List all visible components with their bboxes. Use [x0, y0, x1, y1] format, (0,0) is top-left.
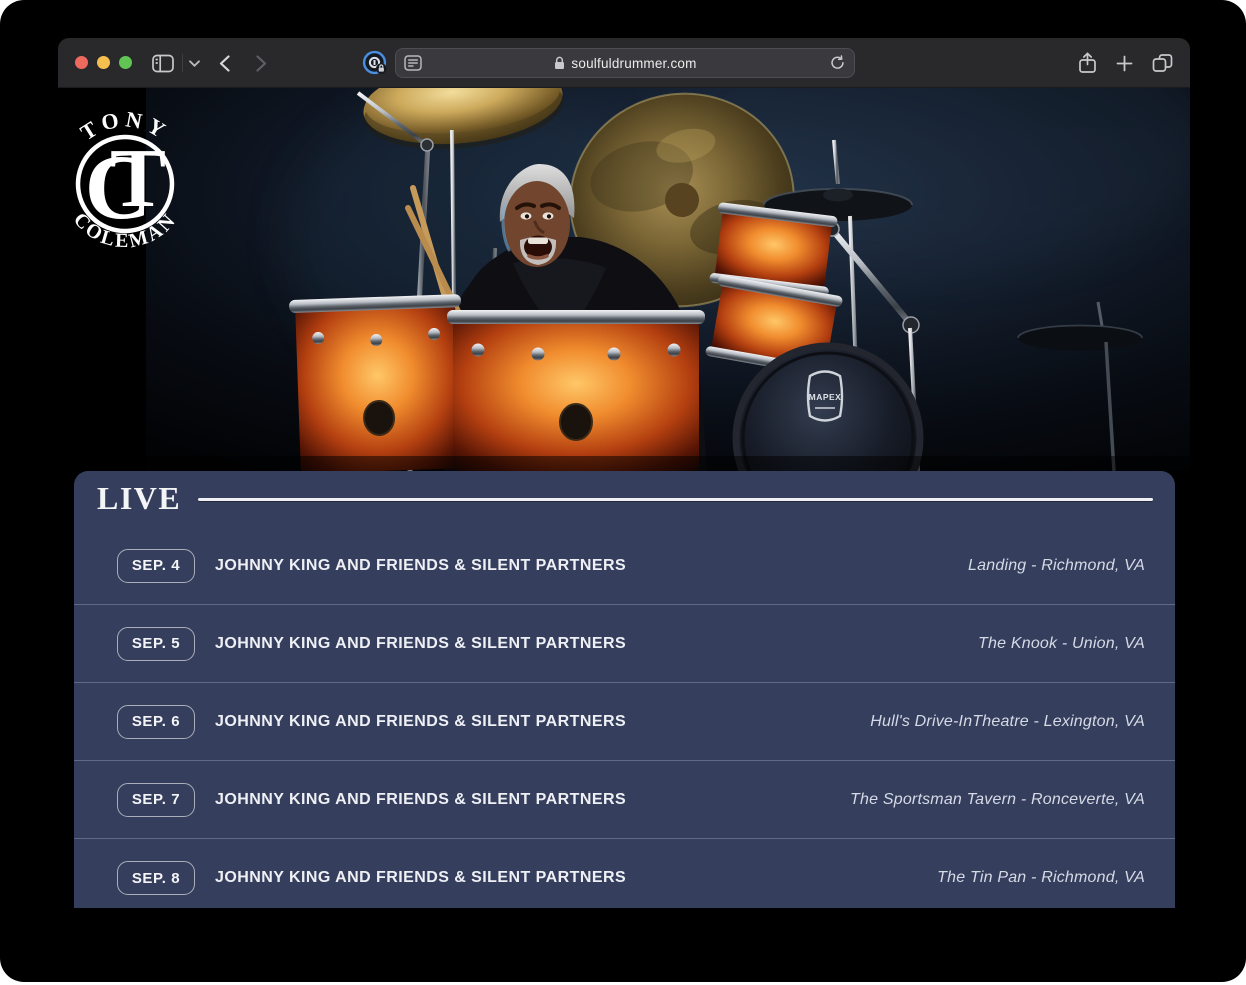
back-icon[interactable]	[213, 38, 235, 88]
toolbar-separator	[182, 54, 183, 72]
event-date-badge: SEP. 4	[117, 549, 195, 583]
event-row[interactable]: SEP. 5 JOHNNY KING AND FRIENDS & SILENT …	[74, 605, 1175, 683]
event-date-badge: SEP. 6	[117, 705, 195, 739]
browser-window: soulfuldrummer.com	[58, 38, 1190, 908]
close-window-button[interactable]	[75, 56, 88, 69]
traffic-lights	[75, 56, 132, 69]
new-tab-icon[interactable]	[1111, 38, 1137, 88]
event-row[interactable]: SEP. 7 JOHNNY KING AND FRIENDS & SILENT …	[74, 761, 1175, 839]
privacy-extension-icon[interactable]	[361, 38, 389, 88]
event-title: JOHNNY KING AND FRIENDS & SILENT PARTNER…	[215, 791, 850, 809]
hero-section: MAPEX	[58, 88, 1190, 471]
sidebar-toggle-icon[interactable]	[150, 38, 176, 88]
forward-icon[interactable]	[250, 38, 272, 88]
minimize-window-button[interactable]	[97, 56, 110, 69]
url-bar[interactable]: soulfuldrummer.com	[395, 48, 855, 78]
site-logo[interactable]: C T TONY COLEMAN	[58, 88, 248, 268]
reader-icon[interactable]	[404, 55, 422, 71]
event-date-badge: SEP. 8	[117, 861, 195, 895]
live-heading: LIVE	[97, 482, 181, 516]
event-row[interactable]: SEP. 8 JOHNNY KING AND FRIENDS & SILENT …	[74, 839, 1175, 908]
event-venue: The Sportsman Tavern - Ronceverte, VA	[850, 791, 1145, 809]
svg-text:MAPEX: MAPEX	[809, 392, 842, 402]
event-date-badge: SEP. 7	[117, 783, 195, 817]
live-section: LIVE SEP. 4 JOHNNY KING AND FRIENDS & SI…	[74, 471, 1175, 908]
event-title: JOHNNY KING AND FRIENDS & SILENT PARTNER…	[215, 557, 968, 575]
event-title: JOHNNY KING AND FRIENDS & SILENT PARTNER…	[215, 869, 937, 887]
event-venue: The Tin Pan - Richmond, VA	[937, 869, 1145, 887]
desktop-backdrop: soulfuldrummer.com	[0, 0, 1246, 982]
url-text: soulfuldrummer.com	[571, 56, 696, 71]
live-header: LIVE	[74, 471, 1175, 527]
live-heading-rule	[198, 498, 1153, 501]
chevron-down-icon[interactable]	[186, 38, 202, 88]
event-title: JOHNNY KING AND FRIENDS & SILENT PARTNER…	[215, 713, 870, 731]
refresh-icon[interactable]	[829, 55, 846, 72]
event-date-badge: SEP. 5	[117, 627, 195, 661]
event-row[interactable]: SEP. 4 JOHNNY KING AND FRIENDS & SILENT …	[74, 527, 1175, 605]
zoom-window-button[interactable]	[119, 56, 132, 69]
logo-monogram-t: T	[110, 132, 166, 225]
event-venue: Hull's Drive-InTheatre - Lexington, VA	[870, 713, 1145, 731]
event-title: JOHNNY KING AND FRIENDS & SILENT PARTNER…	[215, 635, 978, 653]
browser-toolbar: soulfuldrummer.com	[58, 38, 1190, 88]
event-venue: The Knook - Union, VA	[978, 635, 1145, 653]
lock-icon[interactable]	[554, 56, 565, 70]
tab-overview-icon[interactable]	[1148, 38, 1176, 88]
event-venue: Landing - Richmond, VA	[968, 557, 1145, 575]
event-row[interactable]: SEP. 6 JOHNNY KING AND FRIENDS & SILENT …	[74, 683, 1175, 761]
share-icon[interactable]	[1074, 38, 1100, 88]
